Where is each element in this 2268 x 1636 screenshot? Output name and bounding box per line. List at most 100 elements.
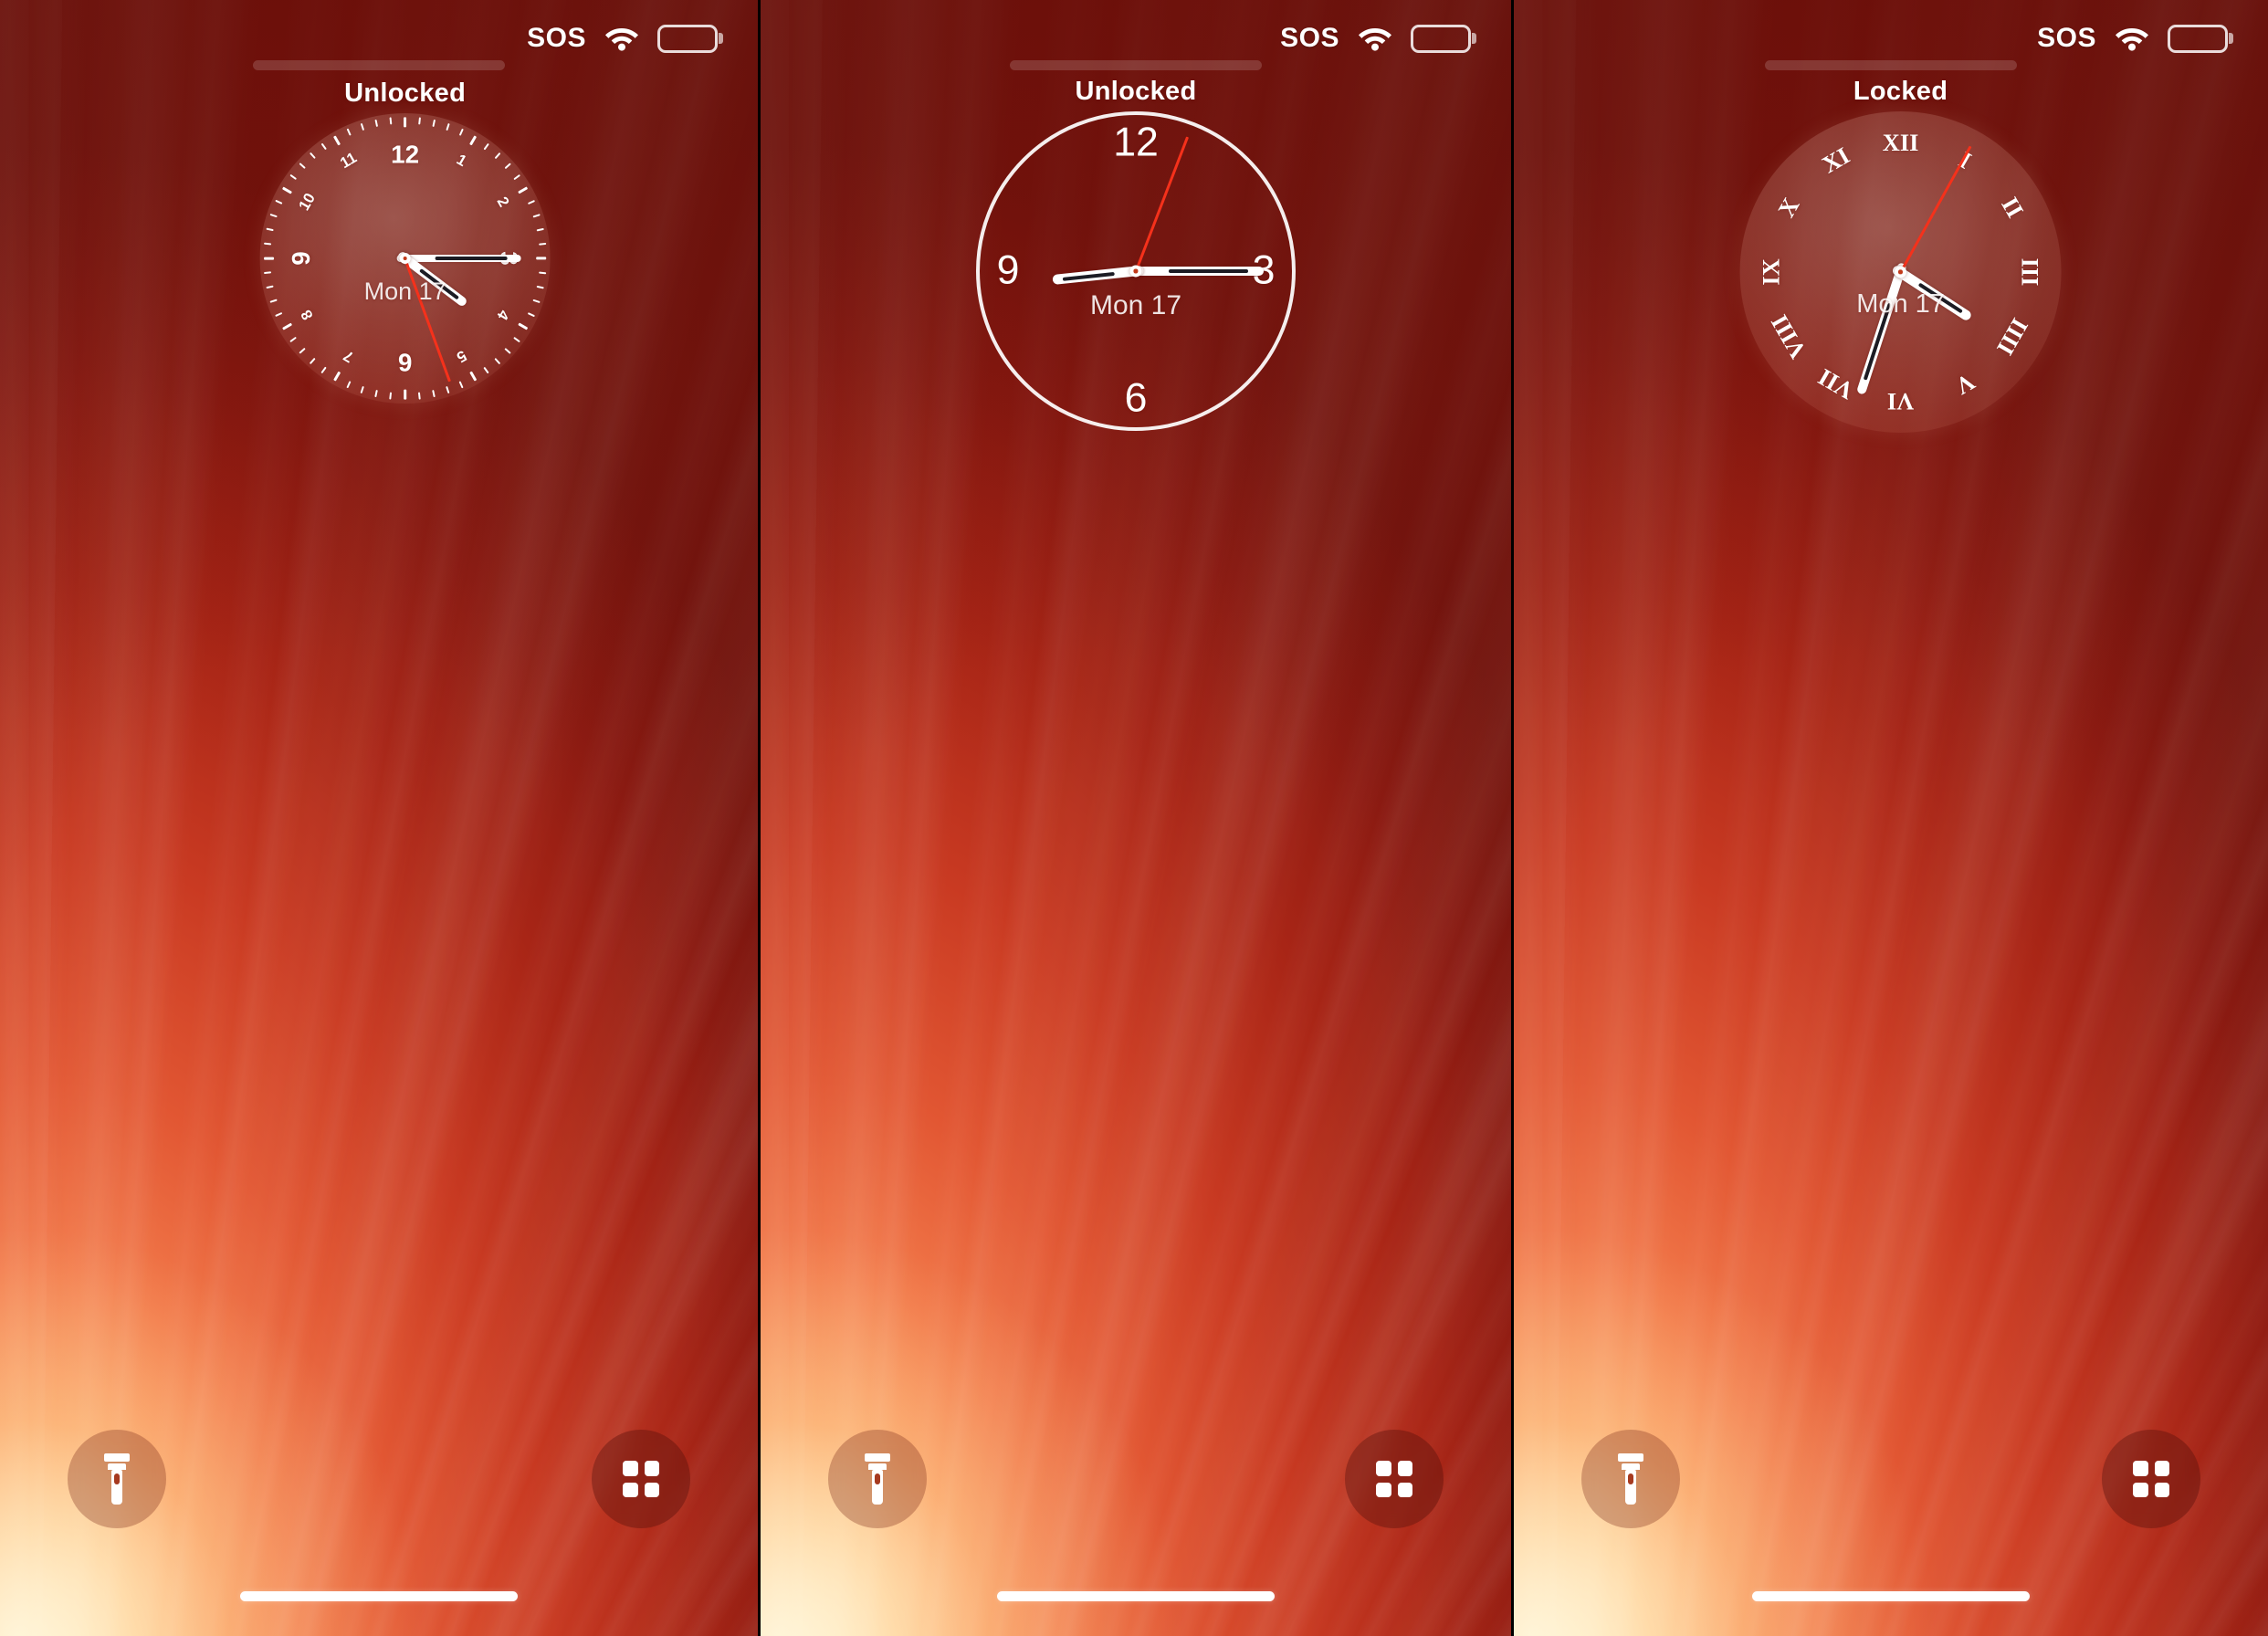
clock-tick xyxy=(432,120,436,128)
clock-numeral: 7 xyxy=(340,346,357,366)
analog-clock-face: XII I II III IIII V VI VII VIII IX X XI Mon 17 xyxy=(1739,111,2062,433)
clock-tick xyxy=(532,299,541,303)
clock-widget[interactable]: Locked XII I II III IIII V VI VII VIII IX X XI Mon … xyxy=(1739,77,2062,433)
lock-state-label: Unlocked xyxy=(1075,77,1197,106)
clock-numeral: II xyxy=(1996,192,2030,223)
clock-numeral: XII xyxy=(1882,129,1919,157)
clock-numeral: VIII xyxy=(1765,309,1812,364)
clock-numeral: 5 xyxy=(453,346,470,366)
clock-numeral: 9 xyxy=(996,247,1020,293)
clock-face-markings: XII I II III IIII V VI VII VIII IX X XI xyxy=(1740,111,2062,433)
flashlight-button[interactable] xyxy=(68,1430,166,1528)
clock-tick xyxy=(458,381,464,388)
clock-tick xyxy=(513,336,520,342)
clock-tick xyxy=(539,242,546,246)
status-bar: SOS xyxy=(0,0,758,77)
clock-tick xyxy=(332,371,341,383)
clock-tick xyxy=(389,117,393,125)
clock-tick xyxy=(469,371,478,383)
clock-tick xyxy=(513,174,520,181)
clock-tick xyxy=(418,392,421,400)
clock-tick xyxy=(310,152,316,160)
wifi-icon xyxy=(2115,26,2149,51)
clock-minute-hand xyxy=(1127,267,1264,276)
widgets-button[interactable] xyxy=(1345,1430,1444,1528)
lock-screen-panel-3: SOS Locked XII I II III IIII V VI VII VIII IX X XI … xyxy=(1514,0,2268,1636)
flashlight-icon xyxy=(864,1453,891,1505)
clock-tick xyxy=(310,357,316,364)
clock-tick xyxy=(536,285,544,289)
clock-tick xyxy=(374,120,378,128)
clock-numeral: 11 xyxy=(337,148,360,173)
clock-tick xyxy=(483,366,489,373)
lock-screen-panel-2: SOS Unlocked 12 3 6 9 Mon 17 xyxy=(761,0,1511,1636)
clock-tick xyxy=(539,271,546,275)
flashlight-button[interactable] xyxy=(828,1430,927,1528)
clock-numeral: IX xyxy=(1757,258,1785,286)
clock-tick xyxy=(299,347,306,354)
clock-date-label: Mon 17 xyxy=(1856,289,1945,320)
lock-state-label: Locked xyxy=(1853,77,1948,106)
status-bar: SOS xyxy=(1514,0,2268,77)
analog-clock-face: 121234567891011 Mon 17 xyxy=(259,113,551,404)
clock-numeral: V xyxy=(1950,368,1980,401)
clock-tick xyxy=(289,336,297,342)
battery-icon xyxy=(2168,24,2228,53)
clock-date-label: Mon 17 xyxy=(363,277,446,305)
clock-tick xyxy=(289,174,297,181)
clock-widget[interactable]: Unlocked 12 3 6 9 Mon 17 xyxy=(976,77,1296,431)
flashlight-icon xyxy=(103,1453,131,1505)
clock-numeral: VI xyxy=(1886,387,1915,415)
hand-inlay xyxy=(1063,271,1115,281)
clock-tick xyxy=(536,227,544,232)
clock-tick xyxy=(346,381,352,388)
clock-numeral: III xyxy=(2016,257,2044,287)
widgets-button[interactable] xyxy=(592,1430,690,1528)
clock-widget[interactable]: Unlocked 121234567891011 Mon 17 xyxy=(259,79,551,404)
clock-tick xyxy=(275,312,283,317)
clock-tick xyxy=(469,134,478,146)
clock-numeral: 6 xyxy=(1124,375,1148,421)
flashlight-button[interactable] xyxy=(1581,1430,1680,1528)
clock-tick xyxy=(275,200,283,204)
clock-tick xyxy=(360,123,364,131)
clock-tick xyxy=(446,123,450,131)
clock-tick xyxy=(264,242,272,246)
clock-tick xyxy=(527,312,535,317)
grid-icon xyxy=(2133,1461,2169,1497)
clock-tick xyxy=(458,129,464,136)
clock-tick xyxy=(527,200,535,204)
analog-clock-face: 12 3 6 9 Mon 17 xyxy=(976,111,1296,431)
clock-tick xyxy=(374,389,378,397)
clock-tick xyxy=(332,134,341,146)
clock-minute-hand xyxy=(1856,262,1908,396)
flashlight-icon xyxy=(1617,1453,1644,1505)
home-indicator[interactable] xyxy=(997,1591,1275,1601)
screenshot-stage: SOS Unlocked 121234567891011 Mon 17 xyxy=(0,0,2268,1636)
sos-label: SOS xyxy=(527,23,586,53)
clock-face-markings: 12 3 6 9 xyxy=(980,115,1292,427)
clock-tick xyxy=(263,257,275,260)
clock-tick xyxy=(320,143,327,151)
battery-icon xyxy=(657,24,718,53)
clock-tick xyxy=(494,357,500,364)
clock-tick xyxy=(389,392,393,400)
hand-inlay xyxy=(1169,269,1249,273)
grid-icon xyxy=(623,1461,659,1497)
home-indicator[interactable] xyxy=(240,1591,518,1601)
home-indicator[interactable] xyxy=(1752,1591,2030,1601)
widgets-button[interactable] xyxy=(2102,1430,2200,1528)
battery-icon xyxy=(1411,24,1471,53)
clock-numeral: 4 xyxy=(493,307,513,323)
hand-inlay xyxy=(435,257,508,260)
clock-tick xyxy=(360,385,364,393)
bottom-controls xyxy=(0,1399,758,1636)
lock-state-label: Unlocked xyxy=(344,79,467,108)
clock-second-hand xyxy=(1899,144,1972,273)
lock-screen-panel-1: SOS Unlocked 121234567891011 Mon 17 xyxy=(0,0,758,1636)
clock-tick xyxy=(266,227,274,232)
clock-numeral: 12 xyxy=(391,140,420,169)
clock-numeral: 2 xyxy=(493,194,513,210)
clock-tick xyxy=(446,385,450,393)
clock-center-pin xyxy=(399,253,411,264)
